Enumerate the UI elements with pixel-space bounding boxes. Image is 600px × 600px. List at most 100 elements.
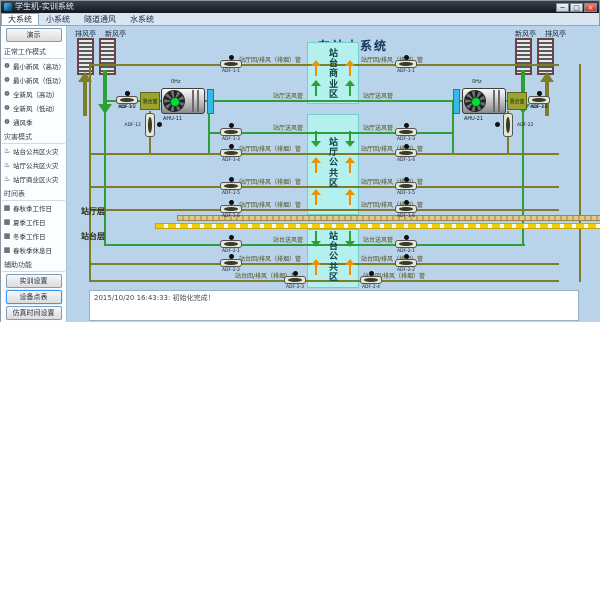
- damper-blade-icon: [224, 151, 238, 155]
- damper-tag: ADF-1-4: [395, 158, 417, 163]
- sidebar-item-2-3[interactable]: ♨站厅商业区火灾: [1, 172, 66, 186]
- tab-4[interactable]: 水系统: [123, 13, 161, 25]
- damper[interactable]: ADF-2-1: [395, 235, 417, 254]
- duct-label: 站台送风管: [273, 235, 303, 244]
- hvac-diagram: 排风亭新风亭 新风亭排风亭 车站大系统 站台商业区 站厅公共区 站台公共区 站厅…: [67, 26, 600, 322]
- damper[interactable]: ADF-1-5: [395, 177, 417, 196]
- tab-3[interactable]: 隧道通风: [77, 13, 123, 25]
- damper-body-icon: [395, 60, 417, 68]
- aux-button-3[interactable]: 仿真时间设置: [6, 306, 62, 320]
- damper-tag: ADF-1-1: [395, 69, 417, 74]
- damper[interactable]: ADF-1-4: [395, 144, 417, 163]
- tab-1[interactable]: 大系统: [1, 13, 39, 25]
- damper[interactable]: ADF-1-3: [395, 123, 417, 142]
- flow-arrow-up: [311, 60, 321, 76]
- sidebar-item-1-5[interactable]: ☸通风季: [1, 115, 66, 129]
- duct-label: 站厅送风管: [273, 123, 303, 132]
- flex-connector-right: [453, 89, 460, 114]
- exhaust-shaft-right: [537, 38, 554, 75]
- damper-blade-icon: [224, 242, 238, 246]
- sidebar-item-3-1[interactable]: ▦春秋季工作日: [1, 201, 66, 215]
- damper[interactable]: ADF-1-5: [220, 177, 242, 196]
- duct-label: 站厅送风管: [363, 91, 393, 100]
- duct-platform-return-2: [89, 280, 559, 282]
- damper-tag: ADF-1-3: [395, 137, 417, 142]
- duct-label: 站厅回/排风（排烟）管: [239, 177, 301, 186]
- flow-arrow-down: [311, 131, 321, 147]
- ahu-fan-right[interactable]: [462, 88, 506, 114]
- damper-body-icon: [220, 205, 242, 213]
- damper[interactable]: ADF-21: [528, 91, 550, 110]
- damper[interactable]: ADF-1-6: [220, 200, 242, 219]
- damper-body-icon: [395, 128, 417, 136]
- sidebar-item-label: 全新风（高功）: [13, 89, 59, 99]
- sidebar-item-2-1[interactable]: ♨站台公共区火灾: [1, 144, 66, 158]
- flow-arrow-up: [345, 80, 355, 96]
- damper[interactable]: ADF-1-4: [220, 144, 242, 163]
- damper-body-icon: [360, 276, 382, 284]
- sidebar-item-2-2[interactable]: ♨站厅公共区火灾: [1, 158, 66, 172]
- damper-tag: ADF-11: [116, 105, 138, 110]
- exhaust-trunk-right: [579, 64, 581, 282]
- sidebar-item-1-1[interactable]: ☸最小新风（高功）: [1, 59, 66, 73]
- damper[interactable]: ADF-11: [116, 91, 138, 110]
- zone-label-platform-public: 站台公共区: [328, 232, 339, 283]
- duct-label: 站厅送风管: [363, 123, 393, 132]
- demo-button[interactable]: 演示: [6, 28, 62, 42]
- sidebar-item-3-3[interactable]: ▦冬季工作日: [1, 229, 66, 243]
- duct-hall-return-1: [89, 64, 559, 66]
- sidebar-item-1-3[interactable]: ☸全新风（高功）: [1, 87, 66, 101]
- damper-blade-icon: [364, 278, 378, 282]
- damper-body-icon: [220, 128, 242, 136]
- maximize-button[interactable]: □: [570, 3, 583, 12]
- damper-body-icon: [284, 276, 306, 284]
- sidebar-item-3-2[interactable]: ▦夏季工作日: [1, 215, 66, 229]
- duct-label: 站台送风管: [363, 235, 393, 244]
- damper-blade-icon: [224, 130, 238, 134]
- damper-blade-icon: [399, 62, 413, 66]
- sidebar-item-label: 冬季工作日: [13, 231, 46, 241]
- damper-body-icon: [395, 205, 417, 213]
- damper-tag: ADF-1-5: [395, 191, 417, 196]
- damper-vertical[interactable]: ADF-12: [145, 113, 155, 137]
- damper[interactable]: ADF-2-3: [284, 271, 306, 290]
- damper-vertical[interactable]: ADF-22: [503, 113, 513, 137]
- aux-button-1[interactable]: 实训设置: [6, 274, 62, 288]
- damper-body-icon: [395, 182, 417, 190]
- damper-body-icon: [395, 240, 417, 248]
- damper-tag: ADF-21: [528, 105, 550, 110]
- mode-icon: ♨: [3, 175, 11, 183]
- damper-actuator-icon: [495, 122, 500, 127]
- minimize-button[interactable]: ─: [556, 3, 569, 12]
- aux-button-2[interactable]: 设备点表: [6, 290, 62, 304]
- close-button[interactable]: ×: [584, 3, 597, 12]
- damper[interactable]: ADF-1-3: [220, 123, 242, 142]
- sidebar-item-1-4[interactable]: ☸全新风（低动）: [1, 101, 66, 115]
- platform-edge-dashed-line: [155, 223, 600, 229]
- sidebar-item-1-2[interactable]: ☸最小新风（低功）: [1, 73, 66, 87]
- flow-arrow-down: [98, 70, 112, 114]
- damper[interactable]: ADF-1-1: [395, 55, 417, 74]
- ahu-fan-left[interactable]: [161, 88, 205, 114]
- damper[interactable]: ADF-1-6: [395, 200, 417, 219]
- tab-2[interactable]: 小系统: [39, 13, 77, 25]
- fan-tag-left: AHU-11: [163, 116, 182, 122]
- damper-blade-icon: [506, 117, 510, 133]
- damper-blade-icon: [288, 278, 302, 282]
- damper[interactable]: ADF-1-1: [220, 55, 242, 74]
- fan-status-light: [471, 97, 481, 107]
- damper-tag: ADF-1-1: [220, 69, 242, 74]
- damper-blade-icon: [399, 184, 413, 188]
- aux-section-header: 辅助功能: [2, 257, 65, 272]
- damper-blade-icon: [399, 151, 413, 155]
- flow-arrow-down: [311, 231, 321, 247]
- sidebar-item-3-4[interactable]: ▦春秋季休息日: [1, 243, 66, 257]
- flow-arrow-up: [345, 60, 355, 76]
- fan-impeller-icon: [464, 90, 486, 112]
- window-controls: ─ □ ×: [556, 3, 599, 12]
- sidebar-item-label: 站厅公共区火灾: [13, 160, 59, 170]
- damper-blade-icon: [224, 184, 238, 188]
- damper[interactable]: ADF-2-4: [360, 271, 382, 290]
- damper[interactable]: ADF-2-1: [220, 235, 242, 254]
- flow-arrow-up: [345, 259, 355, 275]
